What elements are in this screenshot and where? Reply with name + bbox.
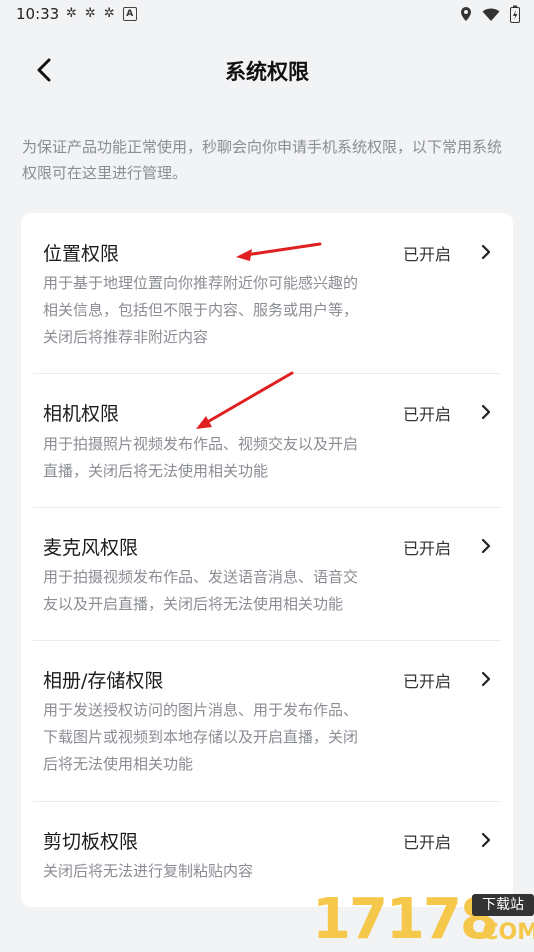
battery-icon xyxy=(510,5,520,23)
header: 系统权限 xyxy=(0,40,534,100)
permission-title: 麦克风权限 xyxy=(43,537,139,559)
chevron-right-icon xyxy=(481,538,491,554)
chevron-right-icon xyxy=(481,404,491,420)
permission-item-camera[interactable]: 相机权限 已开启 用于拍摄照片视频发布作品、视频交友以及开启 直播，关闭后将无法… xyxy=(21,374,513,507)
sync-icon: ✲ xyxy=(66,6,77,21)
permission-item-microphone[interactable]: 麦克风权限 已开启 用于拍摄视频发布作品、发送语音消息、语音交 友以及开启直播，… xyxy=(21,508,513,640)
status-system-icons xyxy=(460,5,520,23)
permission-item-storage[interactable]: 相册/存储权限 已开启 用于发送授权访问的图片消息、用于发布作品、 下载图片或视… xyxy=(21,641,513,801)
location-icon xyxy=(461,7,471,21)
permission-description: 用于拍摄照片视频发布作品、视频交友以及开启 直播，关闭后将无法使用相关功能 xyxy=(43,435,359,480)
permission-status: 已开启 xyxy=(402,245,451,264)
status-time: 10:33 xyxy=(16,5,60,23)
permission-description: 用于基于地理位置向你推荐附近你可能感兴趣的 相关信息，包括但不限于内容、服务或用… xyxy=(43,274,359,346)
permission-status: 已开启 xyxy=(402,833,451,852)
status-bar: 10:33 ✲ ✲ ✲ A xyxy=(0,0,534,30)
wifi-icon xyxy=(482,8,500,21)
permission-title: 相机权限 xyxy=(43,403,120,425)
permission-status: 已开启 xyxy=(402,539,451,558)
sync-icon: ✲ xyxy=(103,6,115,21)
a-icon: A xyxy=(122,7,137,21)
status-notification-icons: ✲ ✲ ✲ A xyxy=(66,6,137,22)
permission-description: 用于发送授权访问的图片消息、用于发布作品、 下载图片或视频到本地存储以及开启直播… xyxy=(43,701,359,773)
permission-status: 已开启 xyxy=(402,405,451,424)
chevron-right-icon xyxy=(481,832,491,848)
watermark-badge: 下载站 xyxy=(472,894,534,916)
chevron-right-icon xyxy=(481,671,491,687)
permission-title: 位置权限 xyxy=(43,243,120,265)
permission-item-location[interactable]: 位置权限 已开启 用于基于地理位置向你推荐附近你可能感兴趣的 相关信息，包括但不… xyxy=(21,213,513,373)
permission-description: 用于拍摄视频发布作品、发送语音消息、语音交 友以及开启直播，关闭后将无法使用相关… xyxy=(43,568,359,613)
chevron-right-icon xyxy=(481,244,491,260)
sync-icon: ✲ xyxy=(84,6,96,21)
watermark-number: 17178 xyxy=(312,887,499,952)
intro-text: 为保证产品功能正常使用，秒聊会向你申请手机系统权限，以下常用系统权限可在这里进行… xyxy=(22,138,503,182)
site-watermark: 17178 下载站 .COM xyxy=(312,890,534,950)
permission-title: 剪切板权限 xyxy=(43,831,139,853)
permission-status: 已开启 xyxy=(402,672,451,691)
permission-description: 关闭后将无法进行复制粘贴内容 xyxy=(43,862,254,880)
watermark-suffix: .COM xyxy=(474,920,534,945)
permission-title: 相册/存储权限 xyxy=(43,670,164,692)
page-title: 系统权限 xyxy=(225,60,309,84)
permissions-card: 位置权限 已开启 用于基于地理位置向你推荐附近你可能感兴趣的 相关信息，包括但不… xyxy=(21,213,513,907)
